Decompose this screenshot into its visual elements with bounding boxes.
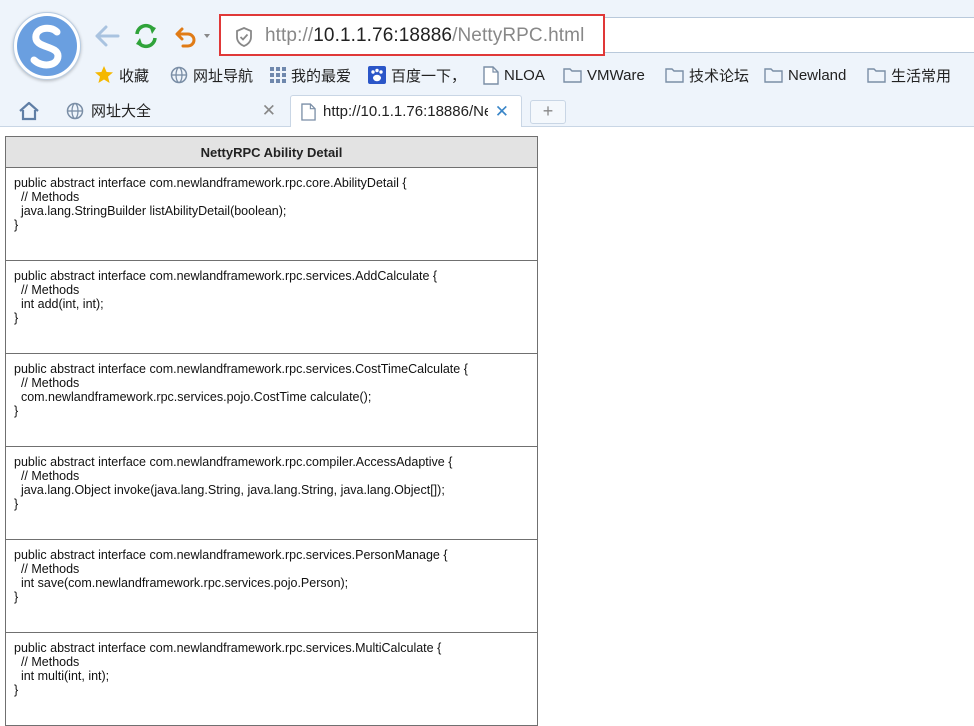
table-row: public abstract interface com.newlandfra… — [5, 260, 538, 354]
folder-icon — [867, 67, 886, 83]
undo-button[interactable] — [172, 22, 214, 50]
globe-icon — [170, 66, 188, 84]
logo-s-icon — [17, 16, 77, 76]
bookmark-nloa[interactable]: NLOA — [483, 63, 545, 87]
bookmark-vmware[interactable]: VMWare — [563, 63, 645, 87]
table-row: public abstract interface com.newlandfra… — [5, 353, 538, 447]
address-bar[interactable]: http://10.1.1.76:18886/NettyRPC.html — [219, 14, 605, 56]
shield-icon — [234, 26, 254, 53]
bookmark-label: 技术论坛 — [689, 67, 750, 85]
bookmark-baidu[interactable]: 百度一下， — [368, 63, 466, 87]
bookmark-label: 网址导航 — [193, 67, 254, 85]
table-row: public abstract interface com.newlandfra… — [5, 167, 538, 261]
home-icon[interactable] — [18, 101, 40, 126]
page-icon — [301, 102, 316, 121]
bookmark-label: Newland — [788, 66, 847, 84]
back-button[interactable] — [93, 22, 121, 50]
folder-icon — [563, 67, 582, 83]
grid-icon — [270, 67, 286, 83]
paw-icon — [368, 66, 386, 84]
tab-nettyrpc[interactable]: http://10.1.1.76:18886/NettyRPC.html ✕ — [290, 95, 522, 127]
folder-icon — [764, 67, 783, 83]
star-icon — [94, 65, 114, 85]
url-scheme: http:// — [265, 25, 314, 46]
bookmark-newland[interactable]: Newland — [764, 63, 846, 87]
table-row: public abstract interface com.newlandfra… — [5, 539, 538, 633]
table-row: public abstract interface com.newlandfra… — [5, 446, 538, 540]
globe-icon — [66, 102, 84, 120]
bookmark-daily-use[interactable]: 生活常用 — [867, 63, 951, 87]
bookmark-label: NLOA — [504, 66, 545, 84]
url-path: /NettyRPC.html — [452, 25, 585, 46]
close-icon[interactable]: ✕ — [262, 101, 276, 121]
bookmark-label: VMWare — [587, 66, 645, 84]
undo-icon — [175, 27, 210, 48]
table-title: NettyRPC Ability Detail — [5, 136, 538, 168]
tab-label: http://10.1.1.76:18886/NettyRPC.html — [323, 103, 488, 120]
bookmark-label: 生活常用 — [891, 67, 952, 85]
bookmark-label: 我的最爱 — [291, 67, 352, 85]
page-content: NettyRPC Ability Detail public abstract … — [0, 127, 974, 726]
bookmark-label: 收藏 — [119, 67, 150, 85]
tab-web-directory[interactable]: 网址大全 ✕ — [56, 95, 288, 126]
refresh-button[interactable] — [132, 22, 160, 50]
tab-bar: 网址大全 ✕ http://10.1.1.76:18886/NettyRPC.h… — [0, 95, 974, 127]
close-icon[interactable]: ✕ — [495, 102, 509, 122]
bookmark-tech-forum[interactable]: 技术论坛 — [665, 63, 749, 87]
browser-logo[interactable] — [13, 12, 81, 80]
browser-chrome: http://10.1.1.76:18886/NettyRPC.html 收藏 … — [0, 0, 974, 127]
bookmark-my-favorites[interactable]: 我的最爱 — [270, 63, 351, 87]
bookmark-label: 百度一下， — [391, 67, 467, 85]
address-url[interactable]: http://10.1.1.76:18886/NettyRPC.html — [265, 25, 584, 47]
bookmark-favorites[interactable]: 收藏 — [94, 63, 149, 87]
new-tab-button[interactable]: + — [530, 100, 566, 124]
page-icon — [483, 65, 499, 85]
table-row: public abstract interface com.newlandfra… — [5, 632, 538, 726]
bookmark-web-navigation[interactable]: 网址导航 — [170, 63, 253, 87]
tab-label: 网址大全 — [91, 103, 152, 120]
ability-detail-table: NettyRPC Ability Detail public abstract … — [5, 136, 538, 726]
folder-icon — [665, 67, 684, 83]
address-bar-extension[interactable] — [605, 17, 974, 53]
back-arrow-icon — [95, 25, 120, 47]
refresh-icon — [135, 23, 157, 49]
url-host: 10.1.1.76:18886 — [313, 25, 453, 46]
